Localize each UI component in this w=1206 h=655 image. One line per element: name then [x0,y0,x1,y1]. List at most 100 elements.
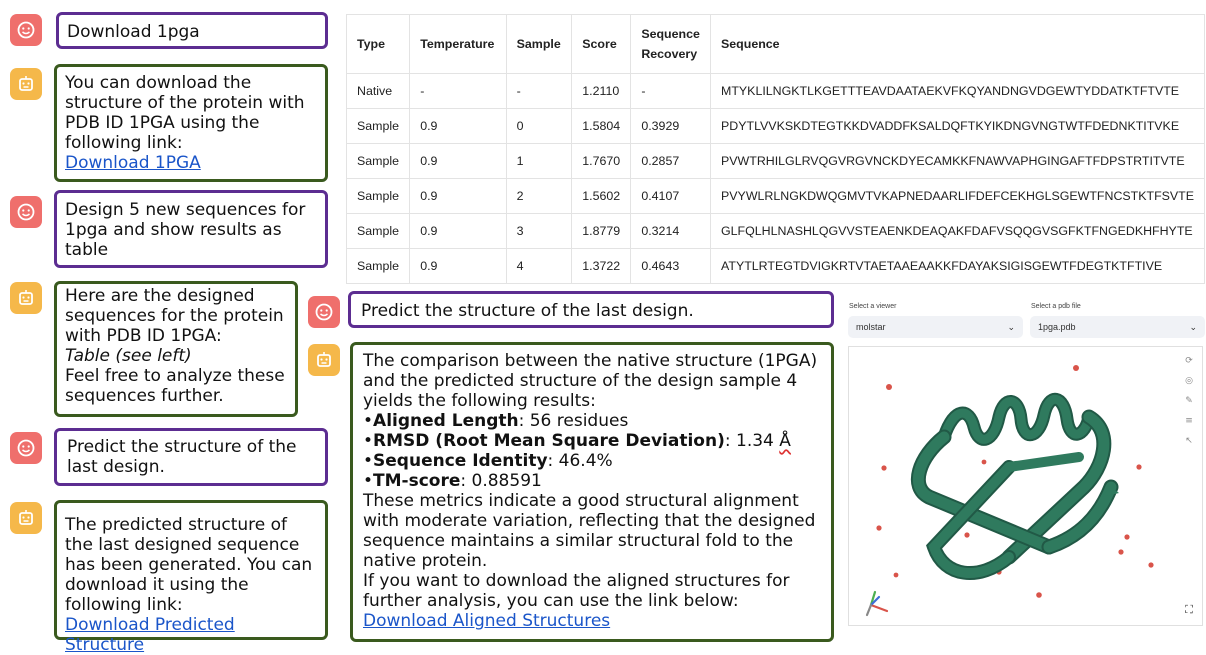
user-message: Download 1pga [56,12,328,49]
table-cell: PVWTRHILGLRVQGVRGVNCKDYECAMKKFNAWVAPHGIN… [710,143,1205,179]
table-cell: 1.8779 [571,213,632,249]
bot-avatar [10,502,42,534]
table-row: Sample 0.9 4 1.3722 0.4643 ATYTLRTEGTDVI… [345,248,1205,284]
user-message: Predict the structure of the last design… [54,428,328,486]
message-text: The comparison between the native struct… [363,351,818,411]
viewer-select[interactable]: molstar ⌄ [848,316,1023,338]
viewer-select-label: Select a viewer [849,303,897,310]
table-cell: Native [345,73,411,109]
download-predicted-structure-link[interactable]: Download Predicted Structure [65,615,235,655]
table-cell: 0 [505,108,573,144]
bot-avatar [308,344,340,376]
table-cell: 1.7670 [571,143,632,179]
results-table: Type Temperature Sample Score Sequence R… [345,14,1205,284]
table-row: Sample 0.9 3 1.8779 0.3214 GLFQLHLNASHLQ… [345,213,1205,249]
face-icon [17,21,35,39]
bot-avatar [10,68,42,100]
face-icon [17,203,35,221]
table-cell: 2 [505,178,573,214]
table-cell: Sample [345,108,411,144]
table-cell: 0.4643 [630,248,712,284]
robot-icon [317,352,331,367]
table-cell: 0.9 [409,248,507,284]
message-text: Predict the structure of the last design… [67,437,297,477]
message-text: These metrics indicate a good structural… [363,491,816,571]
face-icon [17,439,35,457]
download-1pga-link[interactable]: Download 1PGA [65,153,201,173]
user-message: Design 5 new sequences for 1pga and show… [54,190,328,268]
bot-avatar [10,282,42,314]
pointer-select-icon[interactable]: ↖ [1182,434,1196,448]
table-cell: PDYTLVVKSKDTEGTKKDVADDFKSALDQFTKYIKDNGVN… [710,108,1205,144]
metric-rmsd: •RMSD (Root Mean Square Deviation): 1.34… [363,431,791,451]
message-text: Predict the structure of the last design… [361,301,694,321]
table-cell: - [409,73,507,109]
table-row: Sample 0.9 2 1.5602 0.4107 PVYWLRLNGKDWQ… [345,178,1205,214]
metric-value: : 46.4% [547,451,613,471]
bullet: • [363,471,374,491]
pdb-file-select[interactable]: 1pga.pdb ⌄ [1030,316,1205,338]
chevron-down-icon: ⌄ [1189,321,1197,332]
screenshot-icon[interactable]: ◎ [1182,374,1196,388]
bullet: • [363,411,374,431]
table-cell: PVYWLRLNGKDWQGMVTVKAPNEDAARLIFDEFCEKHGLS… [710,178,1205,214]
robot-icon [19,290,33,305]
table-cell: 0.3214 [630,213,712,249]
message-text: Download 1pga [67,22,200,42]
message-text: The predicted structure of the last desi… [65,515,313,615]
message-text: Here are the designed sequences for the … [65,286,284,346]
table-cell: 1 [505,143,573,179]
table-cell: 0.2857 [630,143,712,179]
robot-icon [19,510,33,525]
table-cell: 1.5602 [571,178,632,214]
beta-sheet [910,409,1119,580]
pdb-select-value: 1pga.pdb [1038,322,1076,332]
sliders-icon[interactable]: ≡ [1182,414,1196,428]
table-cell: 0.9 [409,143,507,179]
metric-value: : 0.88591 [460,471,542,491]
metric-aligned-length: •Aligned Length: 56 residues [363,411,628,431]
table-cell: 0.4107 [630,178,712,214]
viewer-select-value: molstar [856,322,886,332]
bot-message: The comparison between the native struct… [350,342,834,642]
message-text: You can download the structure of the pr… [65,73,305,153]
face-icon [315,303,333,321]
table-cell: 1.5804 [571,108,632,144]
bot-message: You can download the structure of the pr… [54,64,328,182]
metric-value: : 1.34 [724,431,780,451]
metric-unit: Å [779,431,791,451]
pdb-select-label: Select a pdb file [1031,303,1081,310]
column-header: Score [571,14,632,74]
table-cell: MTYKLILNGKTLKGETTTEAVDAATAEKVFKQYANDNGVD… [710,73,1205,109]
axes-orientation-icon [865,590,889,617]
reset-view-icon[interactable]: ⟳ [1182,354,1196,368]
table-cell: ATYTLRTEGTDVIGKRTVTAETAAEAAKKFDAYAKSIGIS… [710,248,1205,284]
table-cell: 1.3722 [571,248,632,284]
bot-message: The predicted structure of the last desi… [54,500,328,655]
bot-message: Here are the designed sequences for the … [54,281,298,417]
metric-tm-score: •TM-score: 0.88591 [363,471,542,491]
user-avatar [10,196,42,228]
settings-wrench-icon[interactable]: ✎ [1182,394,1196,408]
table-cell: 1.2110 [571,73,632,109]
column-header: Sample [505,14,573,74]
table-cell: Sample [345,213,411,249]
table-cell: - [630,73,712,109]
column-header: Sequence [710,14,1205,74]
download-aligned-structures-link[interactable]: Download Aligned Structures [363,611,610,631]
user-message: Predict the structure of the last design… [348,291,834,328]
message-text: Design 5 new sequences for 1pga and show… [65,200,306,260]
bullet: • [363,431,374,451]
table-row: Native - - 1.2110 - MTYKLILNGKTLKGETTTEA… [345,73,1205,109]
table-cell: - [505,73,573,109]
user-avatar [10,432,42,464]
table-cell: Sample [345,178,411,214]
metric-label: Aligned Length [373,411,519,431]
table-cell: Sample [345,248,411,284]
column-header: Type [345,14,411,74]
fullscreen-icon[interactable]: ⛶ [1182,603,1196,617]
table-cell: 0.9 [409,213,507,249]
table-cell: Sample [345,143,411,179]
table-header-row: Type Temperature Sample Score Sequence R… [345,14,1205,74]
molecule-viewer[interactable]: ⟳ ◎ ✎ ≡ ↖ ⛶ [848,346,1203,626]
